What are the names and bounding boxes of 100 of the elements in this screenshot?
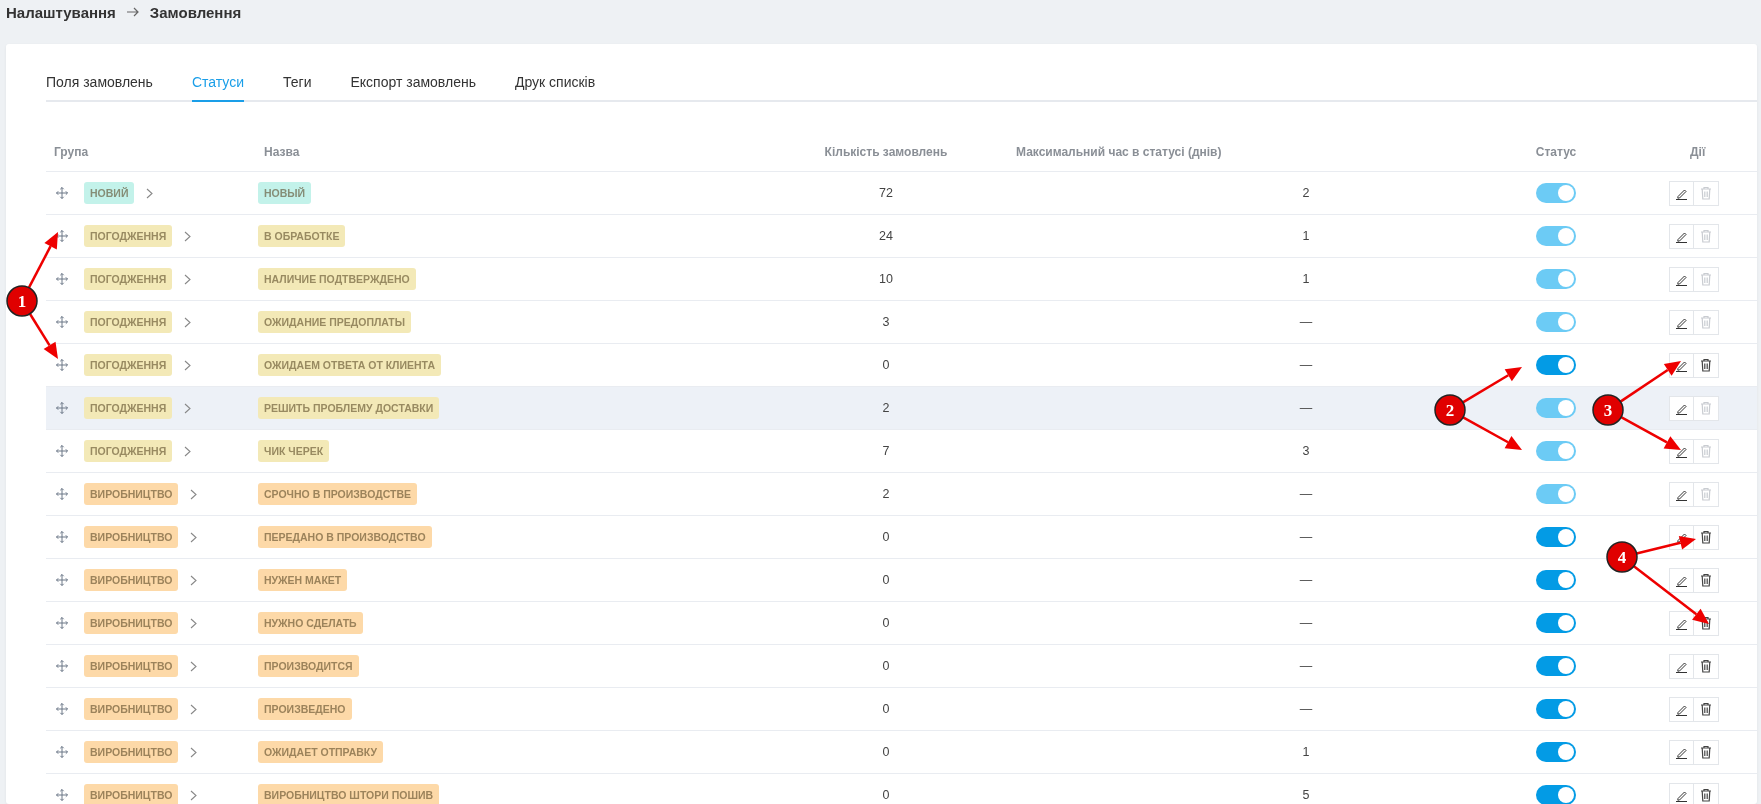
edit-button[interactable] [1669, 610, 1694, 636]
status-tag: В ОБРАБОТКЕ [258, 225, 346, 247]
table-cell: — [1299, 358, 1313, 372]
toggle-switch[interactable] [1536, 570, 1576, 590]
group-tag: ВИРОБНИЦТВО [84, 655, 179, 677]
status-tag: ОЖИДАЕТ ОТПРАВКУ [258, 741, 384, 763]
table-cell: 0 [882, 358, 890, 372]
delete-button[interactable] [1694, 782, 1719, 804]
table-cell: 5 [1302, 788, 1310, 802]
status-tag: ОЖИДАНИЕ ПРЕДОПЛАТЫ [258, 311, 412, 333]
chevron-right-icon [146, 187, 154, 199]
callout-arrow [1619, 361, 1681, 403]
drag-handle-icon[interactable] [56, 746, 68, 758]
status-tag: ВИРОБНИЦТВО ШТОРИ ПОШИВ [258, 784, 440, 804]
table-cell: — [1299, 573, 1313, 587]
table-cell: — [1299, 530, 1313, 544]
delete-button[interactable] [1694, 352, 1719, 378]
delete-button[interactable] [1694, 524, 1719, 550]
column-header: Кількість замовлень [824, 144, 948, 159]
toggle-switch[interactable] [1536, 656, 1576, 676]
toggle-switch[interactable] [1536, 355, 1576, 375]
chevron-right-icon [184, 359, 192, 371]
table-cell: 0 [882, 573, 890, 587]
delete-button[interactable] [1694, 696, 1719, 722]
edit-button[interactable] [1669, 653, 1694, 679]
column-header: Статус [1535, 144, 1577, 159]
table-cell: — [1299, 702, 1313, 716]
table-cell: 2 [1302, 186, 1310, 200]
tab[interactable]: Експорт замовлень [350, 68, 476, 102]
table-cell: 0 [882, 659, 890, 673]
group-tag: ВИРОБНИЦТВО [84, 483, 179, 505]
toggle-switch[interactable] [1536, 785, 1576, 804]
status-tag: НУЖЕН МАКЕТ [258, 569, 348, 591]
drag-handle-icon[interactable] [56, 789, 68, 801]
drag-handle-icon[interactable] [56, 660, 68, 672]
status-tag: СРОЧНО В ПРОИЗВОДСТВЕ [258, 483, 417, 505]
status-tag: НАЛИЧИЕ ПОДТВЕРЖДЕНО [258, 268, 416, 290]
chevron-right-icon [184, 273, 192, 285]
column-header: Дії [1690, 144, 1706, 159]
drag-handle-icon[interactable] [56, 617, 68, 629]
chevron-right-icon [184, 230, 192, 242]
drag-handle-icon[interactable] [56, 359, 68, 371]
drag-handle-icon[interactable] [56, 531, 68, 543]
trash-icon [1700, 487, 1712, 501]
trash-icon [1700, 358, 1712, 372]
group-tag: ПОГОДЖЕННЯ [84, 225, 173, 247]
callout-badge: 3 [1592, 394, 1624, 426]
toggle-switch[interactable] [1536, 699, 1576, 719]
trash-icon [1700, 530, 1712, 544]
tab[interactable]: Теги [283, 68, 312, 102]
status-tag: НУЖНО СДЕЛАТЬ [258, 612, 363, 634]
edit-button[interactable] [1669, 567, 1694, 593]
delete-button[interactable] [1694, 567, 1719, 593]
table-cell: 0 [882, 788, 890, 802]
callout-arrow [1636, 536, 1696, 555]
column-header: Назва [264, 144, 300, 159]
group-tag: ПОГОДЖЕННЯ [84, 440, 173, 462]
table-cell: — [1299, 487, 1313, 501]
arrow-right-icon [125, 7, 140, 17]
group-tag: ПОГОДЖЕННЯ [84, 354, 173, 376]
breadcrumb-parent[interactable]: Налаштування [6, 3, 116, 21]
chevron-right-icon [190, 660, 198, 672]
delete-button[interactable] [1694, 739, 1719, 765]
chevron-right-icon [190, 703, 198, 715]
trash-icon [1700, 616, 1712, 630]
trash-icon [1700, 272, 1712, 286]
callout-arrow [1620, 416, 1681, 450]
drag-handle-icon[interactable] [56, 574, 68, 586]
trash-icon [1700, 702, 1712, 716]
status-tag: РЕШИТЬ ПРОБЛЕМУ ДОСТАВКИ [258, 397, 440, 419]
status-tag: ПРОИЗВЕДЕНО [258, 698, 352, 720]
group-tag: ВИРОБНИЦТВО [84, 612, 179, 634]
drag-handle-icon[interactable] [56, 703, 68, 715]
status-tag: ПЕРЕДАНО В ПРОИЗВОДСТВО [258, 526, 432, 548]
delete-button[interactable] [1694, 653, 1719, 679]
trash-icon [1700, 444, 1712, 458]
table-cell: 3 [1302, 444, 1310, 458]
chevron-right-icon [190, 617, 198, 629]
chevron-right-icon [190, 488, 198, 500]
table-cell: 2 [882, 487, 890, 501]
trash-icon [1700, 186, 1712, 200]
chevron-right-icon [184, 445, 192, 457]
edit-button[interactable] [1669, 739, 1694, 765]
toggle-switch[interactable] [1536, 527, 1576, 547]
tab[interactable]: Поля замовлень [46, 68, 153, 102]
callout-badge: 2 [1434, 394, 1466, 426]
edit-button[interactable] [1669, 782, 1694, 804]
table-cell: 1 [1302, 272, 1310, 286]
edit-button[interactable] [1669, 696, 1694, 722]
table-cell: 2 [882, 401, 890, 415]
breadcrumb-current: Замовлення [149, 3, 242, 21]
tab[interactable]: Друк списків [514, 68, 596, 102]
chevron-right-icon [184, 402, 192, 414]
group-tag: ПОГОДЖЕННЯ [84, 311, 173, 333]
group-tag: ПОГОДЖЕННЯ [84, 268, 173, 290]
chevron-right-icon [184, 316, 192, 328]
column-header: Максимальний час в статусі (днів) [1016, 144, 1222, 159]
trash-icon [1700, 229, 1712, 243]
toggle-switch[interactable] [1536, 742, 1576, 762]
toggle-switch[interactable] [1536, 613, 1576, 633]
